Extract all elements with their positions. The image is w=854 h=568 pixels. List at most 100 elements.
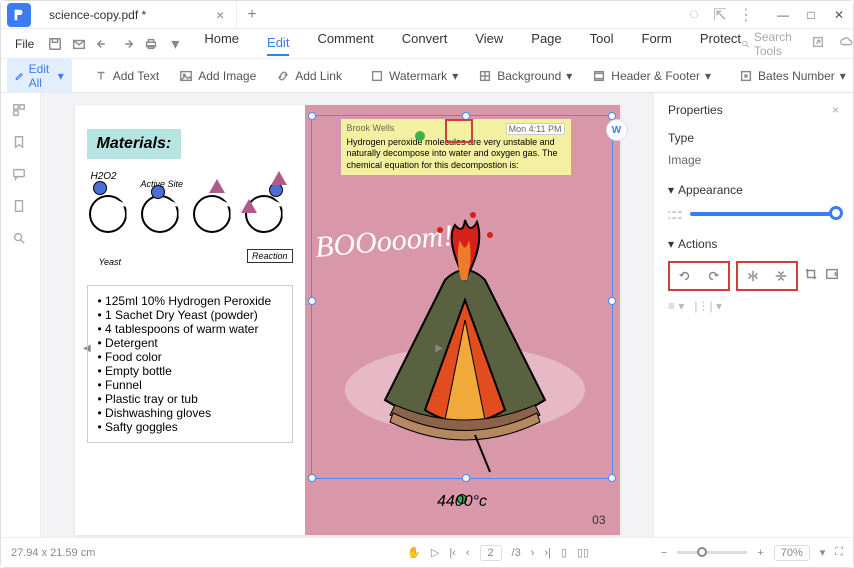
mail-icon[interactable] xyxy=(68,33,90,55)
menu-tool[interactable]: Tool xyxy=(590,31,614,56)
title-bar: science-copy.pdf * × + ◌ ⇱ ⋮ — □ ✕ xyxy=(1,1,853,29)
maximize-button[interactable]: □ xyxy=(797,3,825,27)
cloud-icon[interactable] xyxy=(839,35,853,52)
page-input[interactable]: 2 xyxy=(480,545,502,561)
prev-page-icon[interactable]: ‹ xyxy=(466,547,470,559)
fit-page-icon[interactable]: ⛶ xyxy=(835,546,843,559)
undo-icon[interactable] xyxy=(92,33,114,55)
list-item: 1 Sachet Dry Yeast (powder) xyxy=(98,308,282,322)
resize-handle[interactable] xyxy=(608,297,616,305)
document-spread: Materials: H2O2 Active Site Yeast Reacti… xyxy=(75,105,620,535)
minimize-button[interactable]: — xyxy=(769,3,797,27)
menu-edit[interactable]: Edit xyxy=(267,35,289,56)
watermark-button[interactable]: Watermark▾ xyxy=(364,65,464,87)
two-page-icon[interactable]: ▯▯ xyxy=(577,546,589,559)
materials-list: 125ml 10% Hydrogen Peroxide 1 Sachet Dry… xyxy=(87,285,293,443)
select-tool-icon[interactable]: ▷ xyxy=(431,546,439,559)
rotate-right-icon[interactable] xyxy=(700,263,726,289)
page-dimensions: 27.94 x 21.59 cm xyxy=(11,547,95,559)
zoom-value[interactable]: 70% xyxy=(774,545,810,561)
hand-tool-icon[interactable]: ✋ xyxy=(407,546,421,559)
chevron-down-icon[interactable]: ▾ xyxy=(668,183,674,197)
menu-protect[interactable]: Protect xyxy=(700,31,741,56)
flip-vertical-icon[interactable] xyxy=(768,263,794,289)
menu-comment[interactable]: Comment xyxy=(317,31,373,56)
single-page-icon[interactable]: ▯ xyxy=(561,546,567,559)
attachment-icon[interactable] xyxy=(12,199,30,217)
edit-all-button[interactable]: Edit All ▾ xyxy=(7,58,72,94)
file-menu[interactable]: File xyxy=(5,37,44,51)
rotate-left-icon[interactable] xyxy=(672,263,698,289)
chevron-down-icon[interactable]: ▾ xyxy=(668,237,674,251)
replace-image-icon[interactable] xyxy=(825,261,840,287)
search-tools[interactable]: Search Tools xyxy=(741,30,797,58)
flip-horizontal-icon[interactable] xyxy=(740,263,766,289)
slider-thumb[interactable] xyxy=(829,206,843,220)
align-dropdown[interactable]: ≡ ▾ xyxy=(668,299,684,313)
main-menu: Home Edit Comment Convert View Page Tool… xyxy=(204,31,741,56)
add-link-label: Add Link xyxy=(295,69,342,83)
next-page-icon[interactable]: › xyxy=(531,547,535,559)
save-icon[interactable] xyxy=(44,33,66,55)
materials-heading: Materials: xyxy=(87,129,182,159)
zoom-in-icon[interactable]: + xyxy=(757,547,763,559)
header-footer-button[interactable]: Header & Footer▾ xyxy=(586,65,717,87)
add-link-button[interactable]: Add Link xyxy=(270,65,348,87)
document-tab[interactable]: science-copy.pdf * × xyxy=(37,1,237,28)
chevron-down-icon: ▾ xyxy=(58,69,64,83)
search-icon[interactable] xyxy=(12,231,30,249)
menu-view[interactable]: View xyxy=(475,31,503,56)
bates-label: Bates Number xyxy=(758,69,835,83)
note-time: Mon 4:11 PM xyxy=(506,123,565,135)
canvas[interactable]: ◀ Materials: H2O2 Active Site Yeast Reac… xyxy=(41,93,653,537)
redo-icon[interactable] xyxy=(116,33,138,55)
new-tab-button[interactable]: + xyxy=(237,6,266,24)
word-export-icon[interactable]: W xyxy=(606,119,628,141)
ai-icon[interactable]: ◌ xyxy=(683,4,705,26)
print-icon[interactable] xyxy=(140,33,162,55)
list-item: Funnel xyxy=(98,378,282,392)
last-page-icon[interactable]: ›| xyxy=(544,547,551,559)
opacity-icon xyxy=(668,207,682,221)
resize-handle[interactable] xyxy=(308,112,316,120)
menu-convert[interactable]: Convert xyxy=(402,31,448,56)
list-item: Empty bottle xyxy=(98,364,282,378)
close-panel-icon[interactable]: × xyxy=(832,103,839,117)
zoom-dropdown-icon[interactable]: ▾ xyxy=(820,546,826,559)
menu-home[interactable]: Home xyxy=(204,31,239,56)
add-image-button[interactable]: Add Image xyxy=(173,65,262,87)
close-tab-icon[interactable]: × xyxy=(216,7,224,23)
menu-page[interactable]: Page xyxy=(531,31,561,56)
next-page-handle[interactable]: ▶ xyxy=(435,343,443,354)
yeast-label: Yeast xyxy=(99,257,122,267)
left-sidebar xyxy=(1,93,41,537)
distribute-icon[interactable]: |⋮| ▾ xyxy=(694,299,722,313)
opacity-slider[interactable] xyxy=(690,212,839,216)
background-button[interactable]: Background▾ xyxy=(472,65,578,87)
crop-icon[interactable] xyxy=(804,261,819,287)
list-item: 125ml 10% Hydrogen Peroxide xyxy=(98,294,282,308)
share-icon[interactable]: ⇱ xyxy=(709,4,731,26)
thumbnails-icon[interactable] xyxy=(12,103,30,121)
close-window-button[interactable]: ✕ xyxy=(825,3,853,27)
list-item: Detergent xyxy=(98,336,282,350)
menu-form[interactable]: Form xyxy=(642,31,672,56)
zoom-thumb[interactable] xyxy=(697,547,707,557)
add-text-button[interactable]: Add Text xyxy=(88,65,165,87)
first-page-icon[interactable]: |‹ xyxy=(449,547,456,559)
zoom-slider[interactable] xyxy=(677,551,747,554)
flip-group xyxy=(736,261,798,291)
kebab-icon[interactable]: ⋮ xyxy=(735,4,757,26)
open-external-icon[interactable] xyxy=(811,35,825,52)
properties-panel: Properties × Type Image ▾Appearance ▾Act… xyxy=(653,93,853,537)
print-dropdown-icon[interactable]: ▾ xyxy=(164,33,186,55)
comment-icon[interactable] xyxy=(12,167,30,185)
bates-number-button[interactable]: Bates Number▾ xyxy=(733,65,852,87)
rotate-handle-top[interactable] xyxy=(415,131,425,141)
note-author: Brook Wells xyxy=(347,123,395,135)
zoom-out-icon[interactable]: − xyxy=(661,547,667,559)
resize-handle[interactable] xyxy=(608,474,616,482)
bookmark-icon[interactable] xyxy=(12,135,30,153)
page-right: Brook Wells Mon 4:11 PM Hydrogen peroxid… xyxy=(305,105,620,535)
app-logo xyxy=(7,3,31,27)
